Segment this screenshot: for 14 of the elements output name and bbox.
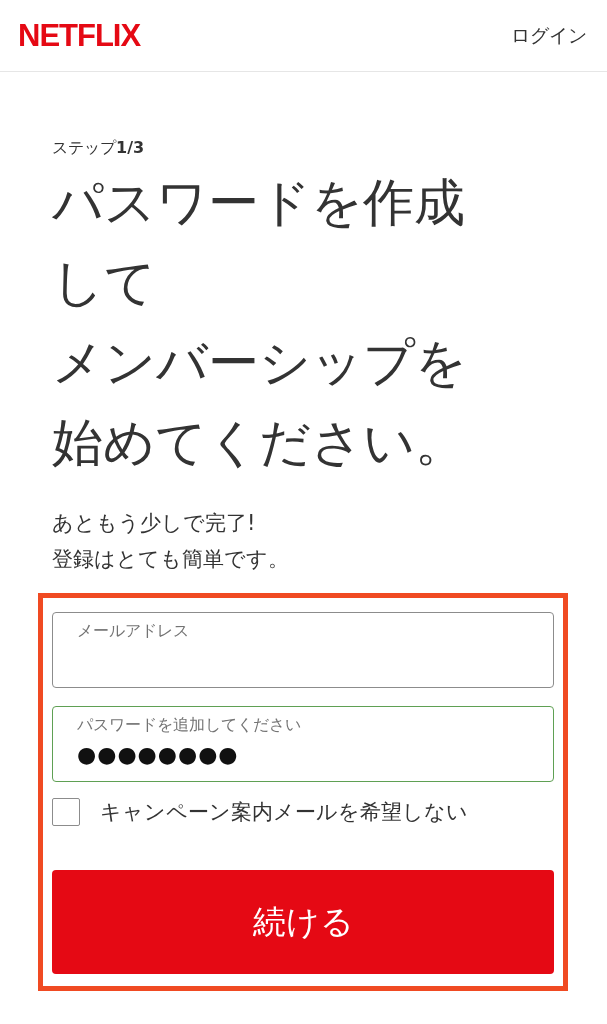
logo[interactable]: NETFLIX [18,17,141,54]
page-heading: 始めてください。 [52,412,466,474]
page-heading: パスワードを作成 [52,172,465,234]
page-heading: メンバーシップを [52,332,467,394]
step-indicator: ステップ1/3 [52,138,146,159]
input-field[interactable]: メールアドレス [52,612,554,688]
subtitle-text: あともう少しで完了! [52,510,256,537]
login-link[interactable]: ログイン [511,22,587,49]
continue-button[interactable]: 続ける [52,870,554,974]
subtitle-text: 登録はとても簡単です。 [52,546,289,573]
checkbox[interactable] [52,798,80,826]
page-heading: して [52,252,156,314]
checkbox-label[interactable]: キャンペーン案内メールを希望しない [100,798,468,826]
input-field[interactable]: パスワードを追加してください ●●●●●●●● [52,706,554,782]
